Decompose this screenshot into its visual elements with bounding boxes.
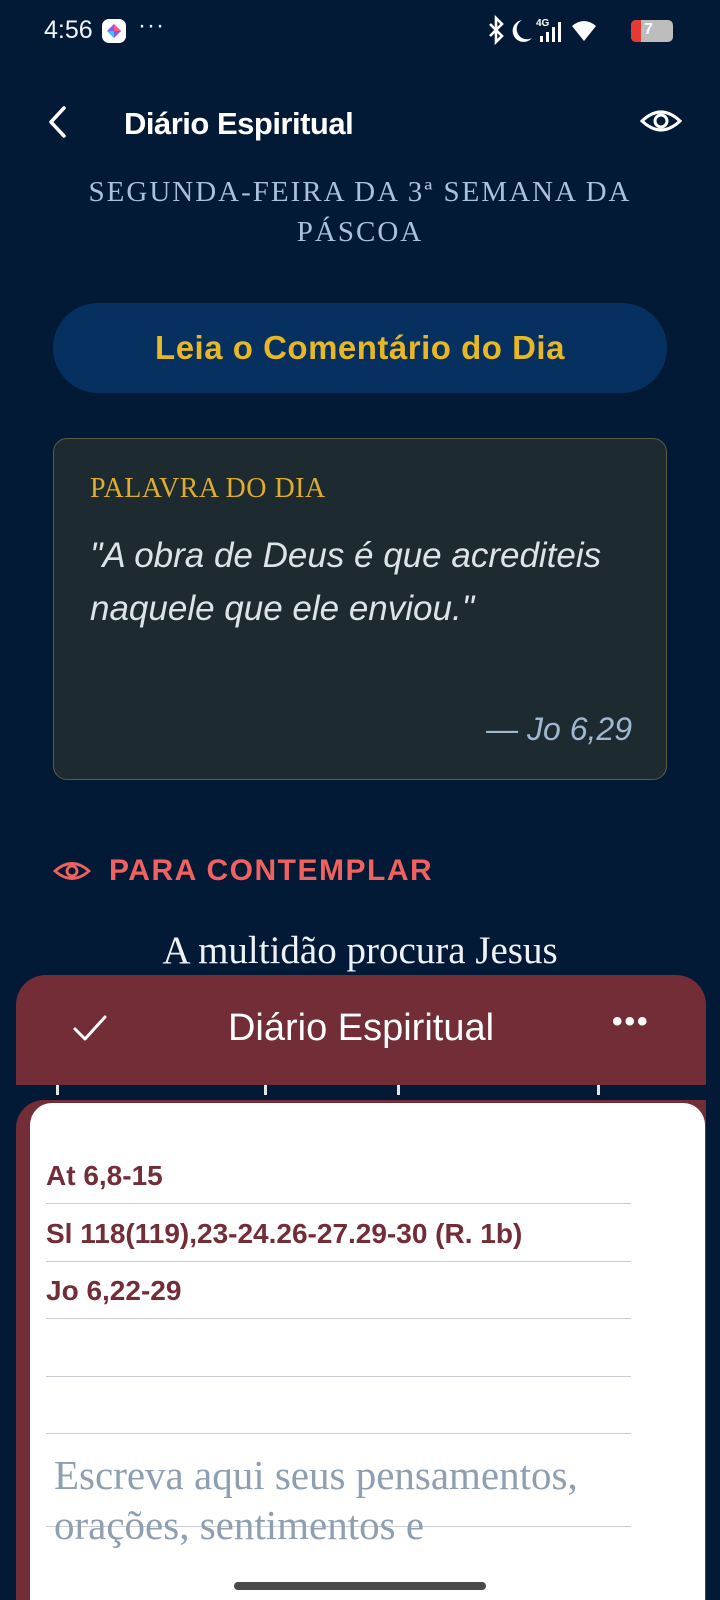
- ruled-line: [46, 1433, 631, 1434]
- read-commentary-label: Leia o Comentário do Dia: [155, 329, 565, 366]
- reading-item[interactable]: At 6,8-15: [46, 1148, 631, 1204]
- app-header: Diário Espiritual: [0, 92, 720, 152]
- battery-level: 7: [644, 21, 653, 38]
- word-of-day-quote: "A obra de Deus é que acrediteis naquele…: [90, 536, 602, 628]
- reading-reference: Sl 118(119),23-24.26-27.29-30 (R. 1b): [46, 1218, 523, 1249]
- journal-sheet-header: Diário Espiritual •••: [16, 975, 706, 1085]
- back-arrow-icon[interactable]: [44, 104, 74, 140]
- status-bar: 4:56 ··· 4G 7: [0, 0, 720, 64]
- word-of-day-card: PALAVRA DO DIA "A obra de Deus é que acr…: [53, 438, 667, 780]
- journal-text-input[interactable]: Escreva aqui seus pensamentos, orações, …: [54, 1450, 614, 1550]
- more-notifications-icon: ···: [138, 12, 165, 39]
- background-text-fragment: [52, 1085, 612, 1095]
- status-time: 4:56: [44, 16, 93, 44]
- eye-icon[interactable]: [639, 106, 683, 136]
- eye-icon: [53, 862, 91, 880]
- word-of-day-reference: — Jo 6,29: [486, 711, 632, 747]
- ruled-line: [46, 1376, 631, 1377]
- app-notification-icon: [102, 19, 126, 43]
- journal-sheet-title: Diário Espiritual: [227, 1007, 495, 1049]
- liturgical-day: SEGUNDA-FEIRA DA 3ª SEMANA DA PÁSCOA: [88, 176, 632, 248]
- contemplate-label: PARA CONTEMPLAR: [109, 854, 434, 887]
- reading-reference: Jo 6,22-29: [46, 1275, 182, 1306]
- contemplate-title: A multidão procura Jesus: [162, 929, 558, 972]
- read-commentary-button[interactable]: Leia o Comentário do Dia: [53, 303, 667, 393]
- reading-item[interactable]: Sl 118(119),23-24.26-27.29-30 (R. 1b): [46, 1206, 631, 1262]
- home-indicator[interactable]: [234, 1582, 486, 1590]
- reading-item[interactable]: Jo 6,22-29: [46, 1263, 631, 1319]
- more-options-icon[interactable]: •••: [612, 1005, 650, 1039]
- battery-icon: 7: [631, 20, 673, 42]
- word-of-day-label: PALAVRA DO DIA: [90, 473, 326, 504]
- reading-reference: At 6,8-15: [46, 1160, 163, 1191]
- svg-text:4G: 4G: [536, 18, 550, 29]
- page-title: Diário Espiritual: [124, 106, 354, 141]
